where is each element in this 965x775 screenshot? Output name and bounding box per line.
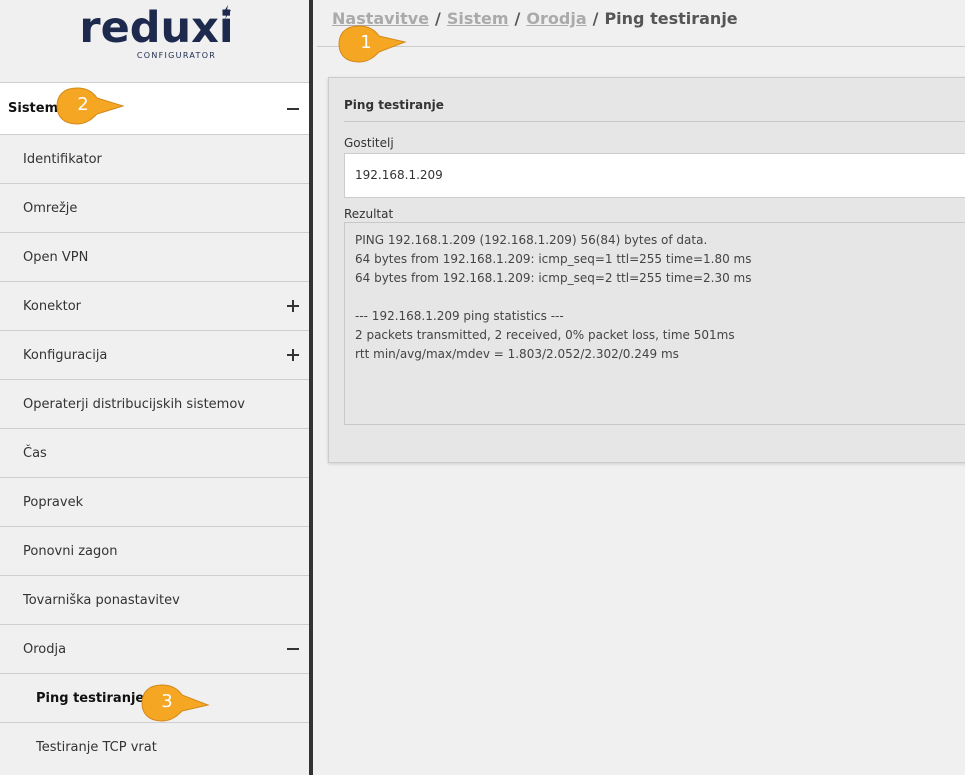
sidebar-item-label: Sistem [8,101,59,116]
breadcrumb-separator: / [592,9,599,28]
result-label: Rezultat [344,207,394,221]
logo[interactable]: reduxi CONFIGURATOR [0,0,313,82]
sidebar-item-open-vpn[interactable]: Open VPN [0,232,309,281]
sidebar-item-label: Ponovni zagon [23,543,118,559]
expand-icon[interactable] [287,300,299,312]
sidebar-item-sistem[interactable]: Sistem [0,82,309,134]
sidebar-item-label: Testiranje TCP vrat [36,739,157,755]
sidebar-item-label: Operaterji distribucijskih sistemov [23,396,245,412]
logo-wordmark: reduxi [79,3,234,53]
callout-number-1: 1 [360,32,372,53]
sidebar-item-ponovni-zagon[interactable]: Ponovni zagon [0,526,309,575]
sidebar-item-orodja[interactable]: Orodja [0,624,309,673]
sidebar-item-konfiguracija[interactable]: Konfiguracija [0,330,309,379]
sidebar-item-label: Ping testiranje [36,690,145,706]
sidebar-item-identifikator[interactable]: Identifikator [0,134,309,183]
sidebar-item-label: Identifikator [23,151,102,167]
result-output: PING 192.168.1.209 (192.168.1.209) 56(84… [344,222,965,425]
collapse-icon[interactable] [287,643,299,655]
sidebar-item-cas[interactable]: Čas [0,428,309,477]
sidebar-nav: Sistem Identifikator Omrežje Open VPN Ko… [0,82,309,771]
sidebar-item-testiranje-tcp-vrat[interactable]: Testiranje TCP vrat [0,722,309,771]
sidebar-item-konektor[interactable]: Konektor [0,281,309,330]
sidebar-item-label: Tovarniška ponastavitev [23,592,180,608]
sidebar-item-label: Omrežje [23,200,78,216]
sidebar: reduxi CONFIGURATOR Sistem Identifikator… [0,0,313,775]
main-content: Nastavitve / Sistem / Orodja / Ping testiranje… [317,0,965,775]
sidebar-item-label: Popravek [23,494,84,510]
collapse-icon[interactable] [287,103,299,115]
breadcrumb-link-orodja[interactable]: Orodja [526,9,586,28]
callout-number-2: 2 [77,94,89,115]
sidebar-item-omrezje[interactable]: Omrežje [0,183,309,232]
sidebar-item-popravek[interactable]: Popravek [0,477,309,526]
lightning-bolt-icon [222,5,231,19]
panel-title: Ping testiranje [344,98,444,112]
panel-divider [344,121,965,122]
breadcrumb-separator: / [435,9,441,28]
host-label: Gostitelj [344,136,394,150]
breadcrumb-current: Ping testiranje [604,9,738,28]
breadcrumb-separator: / [514,9,521,28]
sidebar-item-label: Konfiguracija [23,347,108,363]
breadcrumb-link-sistem[interactable]: Sistem [447,9,509,28]
sidebar-item-tovarniska-ponastavitev[interactable]: Tovarniška ponastavitev [0,575,309,624]
callout-number-3: 3 [161,691,173,712]
sidebar-item-label: Konektor [23,298,81,314]
sidebar-item-label: Orodja [23,641,67,657]
expand-icon[interactable] [287,349,299,361]
sidebar-item-label: Open VPN [23,249,89,265]
host-input[interactable]: 192.168.1.209 [344,153,965,198]
sidebar-item-label: Čas [23,445,47,461]
ping-panel: Ping testiranje Gostitelj 192.168.1.209 … [328,77,965,463]
sidebar-item-operaterji[interactable]: Operaterji distribucijskih sistemov [0,379,309,428]
